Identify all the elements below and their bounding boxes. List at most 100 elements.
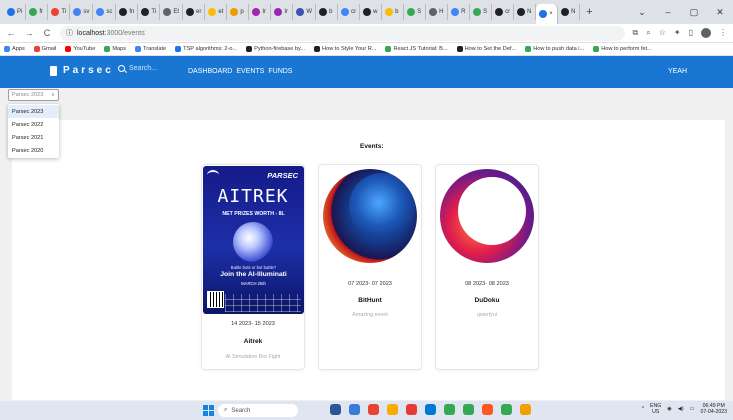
browser-tab[interactable]: er xyxy=(183,4,206,20)
taskbar-app-icon[interactable] xyxy=(463,404,474,415)
bookmark-item[interactable]: How to push data i... xyxy=(525,46,584,52)
bookmark-item[interactable]: Apps xyxy=(4,46,25,52)
clock[interactable]: 06:49 PM 07-04-2023 xyxy=(700,403,727,415)
taskbar-app-icon[interactable] xyxy=(349,404,360,415)
share-icon[interactable]: ⧉ xyxy=(633,28,639,38)
tab-favicon-icon xyxy=(119,8,128,16)
bookmark-item[interactable]: Translate xyxy=(135,46,166,52)
bookmark-item[interactable]: Maps xyxy=(104,46,126,52)
bookmark-item[interactable]: How to Style Your R... xyxy=(314,46,376,52)
zoom-icon[interactable]: ⌕ xyxy=(646,28,650,38)
close-window-button[interactable]: ✕ xyxy=(707,7,733,18)
back-button[interactable]: ← xyxy=(6,28,16,38)
nav-link-dashboard[interactable]: DASHBOARD xyxy=(188,68,232,75)
extensions-icon[interactable]: ✦ xyxy=(674,28,681,38)
browser-tab[interactable]: S xyxy=(470,4,493,20)
browser-tab[interactable]: N xyxy=(558,4,581,20)
taskbar-app-icon[interactable] xyxy=(387,404,398,415)
url-path: :3000/events xyxy=(104,29,145,37)
taskbar-app-icon[interactable] xyxy=(482,404,493,415)
event-card-dudoku[interactable]: 08 2023- 08 2023 DuDoku qwertyui xyxy=(435,164,539,370)
browser-tab[interactable]: Ir xyxy=(271,4,294,20)
sidepanel-icon[interactable]: ▯ xyxy=(689,28,693,38)
bookmark-item[interactable]: TSP algorithms: 2-o... xyxy=(175,46,237,52)
taskbar-app-icon[interactable] xyxy=(368,404,379,415)
browser-tab[interactable]: sv xyxy=(70,4,94,20)
bookmark-item[interactable]: YouTube xyxy=(65,46,95,52)
site-info-icon[interactable]: ⓘ xyxy=(66,28,73,38)
taskbar-app-icon[interactable] xyxy=(520,404,531,415)
tab-search-button[interactable]: ⌄ xyxy=(629,7,655,18)
year-select[interactable]: Parsec 2023 ∨ xyxy=(8,89,59,101)
browser-tab[interactable]: Pi xyxy=(4,4,27,20)
brand[interactable]: Parsec xyxy=(50,65,114,76)
browser-tab[interactable]: et xyxy=(205,4,228,20)
browser-tab[interactable]: p xyxy=(227,4,250,20)
browser-tab[interactable]: fn xyxy=(116,4,139,20)
tray-overflow-icon[interactable]: ^ xyxy=(642,406,644,412)
bookmark-favicon-icon xyxy=(593,46,600,52)
event-card-bithunt[interactable]: 07 2023- 07 2023 BitHunt Amazing event xyxy=(318,164,422,370)
browser-tab[interactable]: cr xyxy=(338,4,361,20)
year-dropdown-menu: Parsec 2023 Parsec 2022 Parsec 2021 Pars… xyxy=(8,104,59,158)
profile-avatar[interactable] xyxy=(701,28,711,38)
browser-tab[interactable]: S xyxy=(404,4,427,20)
browser-tab[interactable]: N xyxy=(514,4,537,20)
taskbar-app-icon[interactable] xyxy=(501,404,512,415)
maximize-button[interactable]: ▢ xyxy=(681,7,707,18)
tab-favicon-icon xyxy=(51,8,60,16)
new-tab-button[interactable]: + xyxy=(580,6,598,18)
minimize-button[interactable]: – xyxy=(655,7,681,17)
reload-button[interactable]: C xyxy=(42,28,52,38)
start-button[interactable] xyxy=(203,405,214,416)
bookmark-item[interactable]: React JS Tutorial: B... xyxy=(385,46,448,52)
address-bar[interactable]: ⓘ localhost:3000/events xyxy=(60,25,625,41)
event-name: BitHunt xyxy=(358,297,382,304)
browser-tab[interactable]: Ti xyxy=(138,4,161,20)
search-input[interactable]: Search... xyxy=(129,65,157,72)
bookmark-item[interactable]: How to Set the Def... xyxy=(456,46,516,52)
taskbar-app-icon[interactable] xyxy=(425,404,436,415)
language-indicator[interactable]: ENG US xyxy=(650,403,661,415)
taskbar-app-icon[interactable] xyxy=(406,404,417,415)
year-option[interactable]: Parsec 2021 xyxy=(8,131,59,144)
taskbar-search[interactable]: ⌕ Search xyxy=(218,404,298,417)
battery-icon[interactable]: ▭ xyxy=(690,406,695,412)
bookmark-item[interactable]: Python-firebase by... xyxy=(246,46,305,52)
nav-link-events[interactable]: EVENTS xyxy=(236,68,264,75)
search-box[interactable]: Search... xyxy=(118,65,157,72)
browser-tab[interactable]: w xyxy=(360,4,383,20)
tab-label: Ir xyxy=(262,9,267,15)
year-option[interactable]: Parsec 2020 xyxy=(8,144,59,157)
tab-label: N xyxy=(527,9,532,15)
bookmark-star-icon[interactable]: ☆ xyxy=(659,28,666,38)
year-option[interactable]: Parsec 2023 xyxy=(8,105,59,118)
browser-tab[interactable]: R xyxy=(448,4,471,20)
bookmark-item[interactable]: How to perform fet... xyxy=(593,46,652,52)
browser-tab[interactable]: fr xyxy=(26,4,49,20)
browser-tab[interactable]: W xyxy=(293,4,317,20)
browser-tab[interactable]: cr xyxy=(492,4,515,20)
browser-tab-active[interactable]: × xyxy=(536,4,559,24)
event-card-aitrek[interactable]: PARSEC AITREK NET PRIZES WORTH - 8L Batt… xyxy=(201,164,305,370)
forward-button[interactable]: → xyxy=(24,28,34,38)
taskbar-app-icon[interactable] xyxy=(444,404,455,415)
nav-link-funds[interactable]: FUNDS xyxy=(268,68,292,75)
event-dates: 14 2023- 15 2023 xyxy=(231,321,275,327)
browser-tab[interactable]: sc xyxy=(93,4,117,20)
browser-tab[interactable]: Ir xyxy=(249,4,272,20)
bookmark-item[interactable]: Gmail xyxy=(33,46,56,52)
browser-tab[interactable]: Ti xyxy=(48,4,71,20)
volume-icon[interactable]: ◀) xyxy=(678,406,684,412)
taskbar-app-icon[interactable] xyxy=(330,404,341,415)
wifi-icon[interactable]: ◉ xyxy=(667,406,672,412)
browser-tab[interactable]: H xyxy=(426,4,449,20)
year-option[interactable]: Parsec 2022 xyxy=(8,118,59,131)
browser-tab[interactable]: b xyxy=(382,4,405,20)
poster-join: Join the AI-Illuminati xyxy=(220,271,287,278)
browser-menu-icon[interactable]: ⋮ xyxy=(719,28,727,38)
browser-tab[interactable]: Et xyxy=(160,4,184,20)
tab-label: cr xyxy=(505,9,511,15)
user-name[interactable]: YEAH xyxy=(668,68,687,75)
browser-tab[interactable]: b xyxy=(316,4,339,20)
